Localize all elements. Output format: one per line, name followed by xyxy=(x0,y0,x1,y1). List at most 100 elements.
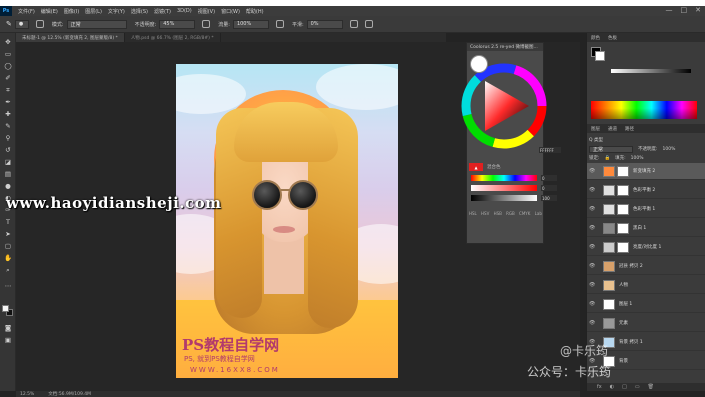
doc-size[interactable]: 文档:56.9M/109.4M xyxy=(48,391,91,397)
shape-tool-icon[interactable]: ▢ xyxy=(4,243,12,250)
saturation-slider[interactable] xyxy=(471,185,537,191)
layer-thumbnail[interactable] xyxy=(603,241,615,253)
zoom-level[interactable]: 12.5% xyxy=(20,392,34,397)
layer-name[interactable]: 色彩平衡 1 xyxy=(633,206,655,212)
eyedropper-tool-icon[interactable]: ✒ xyxy=(4,99,12,106)
tab-document-2[interactable]: 人物.psd @ 66.7% (图层 2, RGB/8#) * xyxy=(124,33,221,42)
brush-size-picker[interactable]: ● xyxy=(14,19,29,29)
tab-swatches[interactable]: 色板 xyxy=(608,35,617,41)
visibility-eye-icon[interactable]: 👁 xyxy=(589,263,597,269)
zoom-tool-icon[interactable]: ⌕ xyxy=(4,267,12,274)
tab-document-1[interactable]: 未标题-1 @ 12.5% (新变填充 2, 图层蒙版/8) * xyxy=(16,33,125,42)
layer-thumbnail[interactable] xyxy=(603,184,615,196)
color-wheel-title[interactable]: Coolorus 2.5 re-yed 微博截图... xyxy=(467,43,543,51)
visibility-eye-icon[interactable]: 👁 xyxy=(589,282,597,288)
pressure-opacity-icon[interactable] xyxy=(202,20,211,28)
spectrum-bar[interactable] xyxy=(591,101,697,119)
minimize-button[interactable]: — xyxy=(666,6,673,14)
layer-name[interactable]: 背景 拷贝 1 xyxy=(619,339,643,345)
adjustment-icon[interactable]: ◐ xyxy=(610,384,614,390)
saturation-value[interactable]: 0 xyxy=(541,185,557,191)
type-tool-icon[interactable]: T xyxy=(4,219,12,226)
layer-opacity-value[interactable]: 100% xyxy=(663,147,676,152)
layer-name[interactable]: 图层 1 xyxy=(619,301,632,307)
history-brush-tool-icon[interactable]: ↺ xyxy=(4,147,12,154)
layer-thumbnail[interactable] xyxy=(603,222,615,234)
menu-layer[interactable]: 图层(L) xyxy=(85,8,102,15)
grayscale-ramp[interactable] xyxy=(611,69,691,73)
color-model-tabs[interactable]: HSL HSV HSB RGB CMYK Lab xyxy=(469,211,542,216)
marquee-tool-icon[interactable]: ▭ xyxy=(4,51,12,58)
menu-select[interactable]: 选择(S) xyxy=(131,8,148,15)
menu-window[interactable]: 窗口(W) xyxy=(221,8,240,15)
layer-mask-thumbnail[interactable] xyxy=(617,241,629,253)
layer-name[interactable]: 冠县 拷贝 2 xyxy=(619,263,643,269)
hue-slider[interactable] xyxy=(471,175,537,181)
document-canvas[interactable]: PS教程自学网 PS, 就到PS教程自学网 WWW.16XX8.COM xyxy=(176,64,398,378)
menu-3d[interactable]: 3D(D) xyxy=(177,8,192,14)
foreground-color-swatch[interactable] xyxy=(2,305,9,312)
layer-thumbnail[interactable] xyxy=(603,298,615,310)
layer-blend-mode[interactable]: 正常 xyxy=(589,145,633,153)
layer-mask-thumbnail[interactable] xyxy=(617,184,629,196)
layer-name[interactable]: 色彩平衡 2 xyxy=(633,187,655,193)
layer-name[interactable]: 元素 xyxy=(619,320,628,326)
layer-row[interactable]: 👁 色彩平衡 2 xyxy=(587,182,705,199)
lock-icon[interactable]: 🔒 xyxy=(605,156,611,161)
layer-name[interactable]: 新变填充 2 xyxy=(633,168,655,174)
layer-thumbnail[interactable] xyxy=(603,279,615,291)
move-tool-icon[interactable]: ✥ xyxy=(4,39,12,46)
app-logo[interactable]: Ps xyxy=(0,6,12,16)
color-wheel[interactable] xyxy=(459,61,549,151)
smoothing-input[interactable]: 0% xyxy=(306,19,343,29)
pressure-size-icon[interactable] xyxy=(364,20,373,28)
quick-select-tool-icon[interactable]: ✐ xyxy=(4,75,12,82)
blur-tool-icon[interactable]: ● xyxy=(4,183,12,190)
layer-row[interactable]: 👁 亮度/对比度 1 xyxy=(587,239,705,256)
mode-select[interactable]: 正常 xyxy=(66,19,127,29)
delete-layer-icon[interactable]: 🗑 xyxy=(648,384,654,390)
opacity-input[interactable]: 45% xyxy=(159,19,196,29)
layer-mask-thumbnail[interactable] xyxy=(617,222,629,234)
visibility-eye-icon[interactable]: 👁 xyxy=(589,225,597,231)
current-color-dot[interactable] xyxy=(470,55,488,73)
red-swatch[interactable]: ▲ xyxy=(469,163,483,171)
screen-mode-icon[interactable]: ▣ xyxy=(4,337,12,344)
layer-row[interactable]: 👁 黑白 1 xyxy=(587,220,705,237)
more-tools-icon[interactable]: ⋯ xyxy=(4,283,12,290)
crop-tool-icon[interactable]: ⌗ xyxy=(4,87,12,94)
gradient-tool-icon[interactable]: ▤ xyxy=(4,171,12,178)
hue-value[interactable]: 0 xyxy=(541,175,557,181)
brush-tool-icon[interactable]: ✎ xyxy=(4,123,12,130)
stamp-tool-icon[interactable]: ⚲ xyxy=(4,135,12,142)
smoothing-settings-icon[interactable] xyxy=(349,20,358,28)
layer-thumbnail[interactable] xyxy=(603,317,615,329)
path-select-tool-icon[interactable]: ➤ xyxy=(4,231,12,238)
layer-name[interactable]: 人物 xyxy=(619,282,628,288)
visibility-eye-icon[interactable]: 👁 xyxy=(589,168,597,174)
brightness-value[interactable]: 100 xyxy=(541,195,557,201)
visibility-eye-icon[interactable]: 👁 xyxy=(589,187,597,193)
menu-help[interactable]: 帮助(H) xyxy=(246,8,264,15)
tab-paths[interactable]: 路径 xyxy=(625,126,634,132)
visibility-eye-icon[interactable]: 👁 xyxy=(589,244,597,250)
brightness-slider[interactable] xyxy=(471,195,537,201)
layer-name[interactable]: 背景 xyxy=(619,358,628,364)
tab-channels[interactable]: 通道 xyxy=(608,126,617,132)
maximize-button[interactable]: □ xyxy=(681,6,688,14)
menu-view[interactable]: 视图(V) xyxy=(198,8,215,15)
visibility-eye-icon[interactable]: 👁 xyxy=(589,320,597,326)
layer-row[interactable]: 👁 人物 xyxy=(587,277,705,294)
visibility-eye-icon[interactable]: 👁 xyxy=(589,206,597,212)
layer-name[interactable]: 黑白 1 xyxy=(633,225,646,231)
flow-input[interactable]: 100% xyxy=(232,19,269,29)
layer-row[interactable]: 👁 元素 xyxy=(587,315,705,332)
tab-layers[interactable]: 图层 xyxy=(591,126,600,132)
layer-mask-thumbnail[interactable] xyxy=(617,203,629,215)
hex-input[interactable]: FFFFFF xyxy=(539,147,561,153)
eraser-tool-icon[interactable]: ◪ xyxy=(4,159,12,166)
quick-mask-icon[interactable]: ◙ xyxy=(4,325,12,332)
fill-value[interactable]: 100% xyxy=(631,156,644,161)
hand-tool-icon[interactable]: ✋ xyxy=(4,255,12,262)
layer-row[interactable]: 👁 图层 1 xyxy=(587,296,705,313)
